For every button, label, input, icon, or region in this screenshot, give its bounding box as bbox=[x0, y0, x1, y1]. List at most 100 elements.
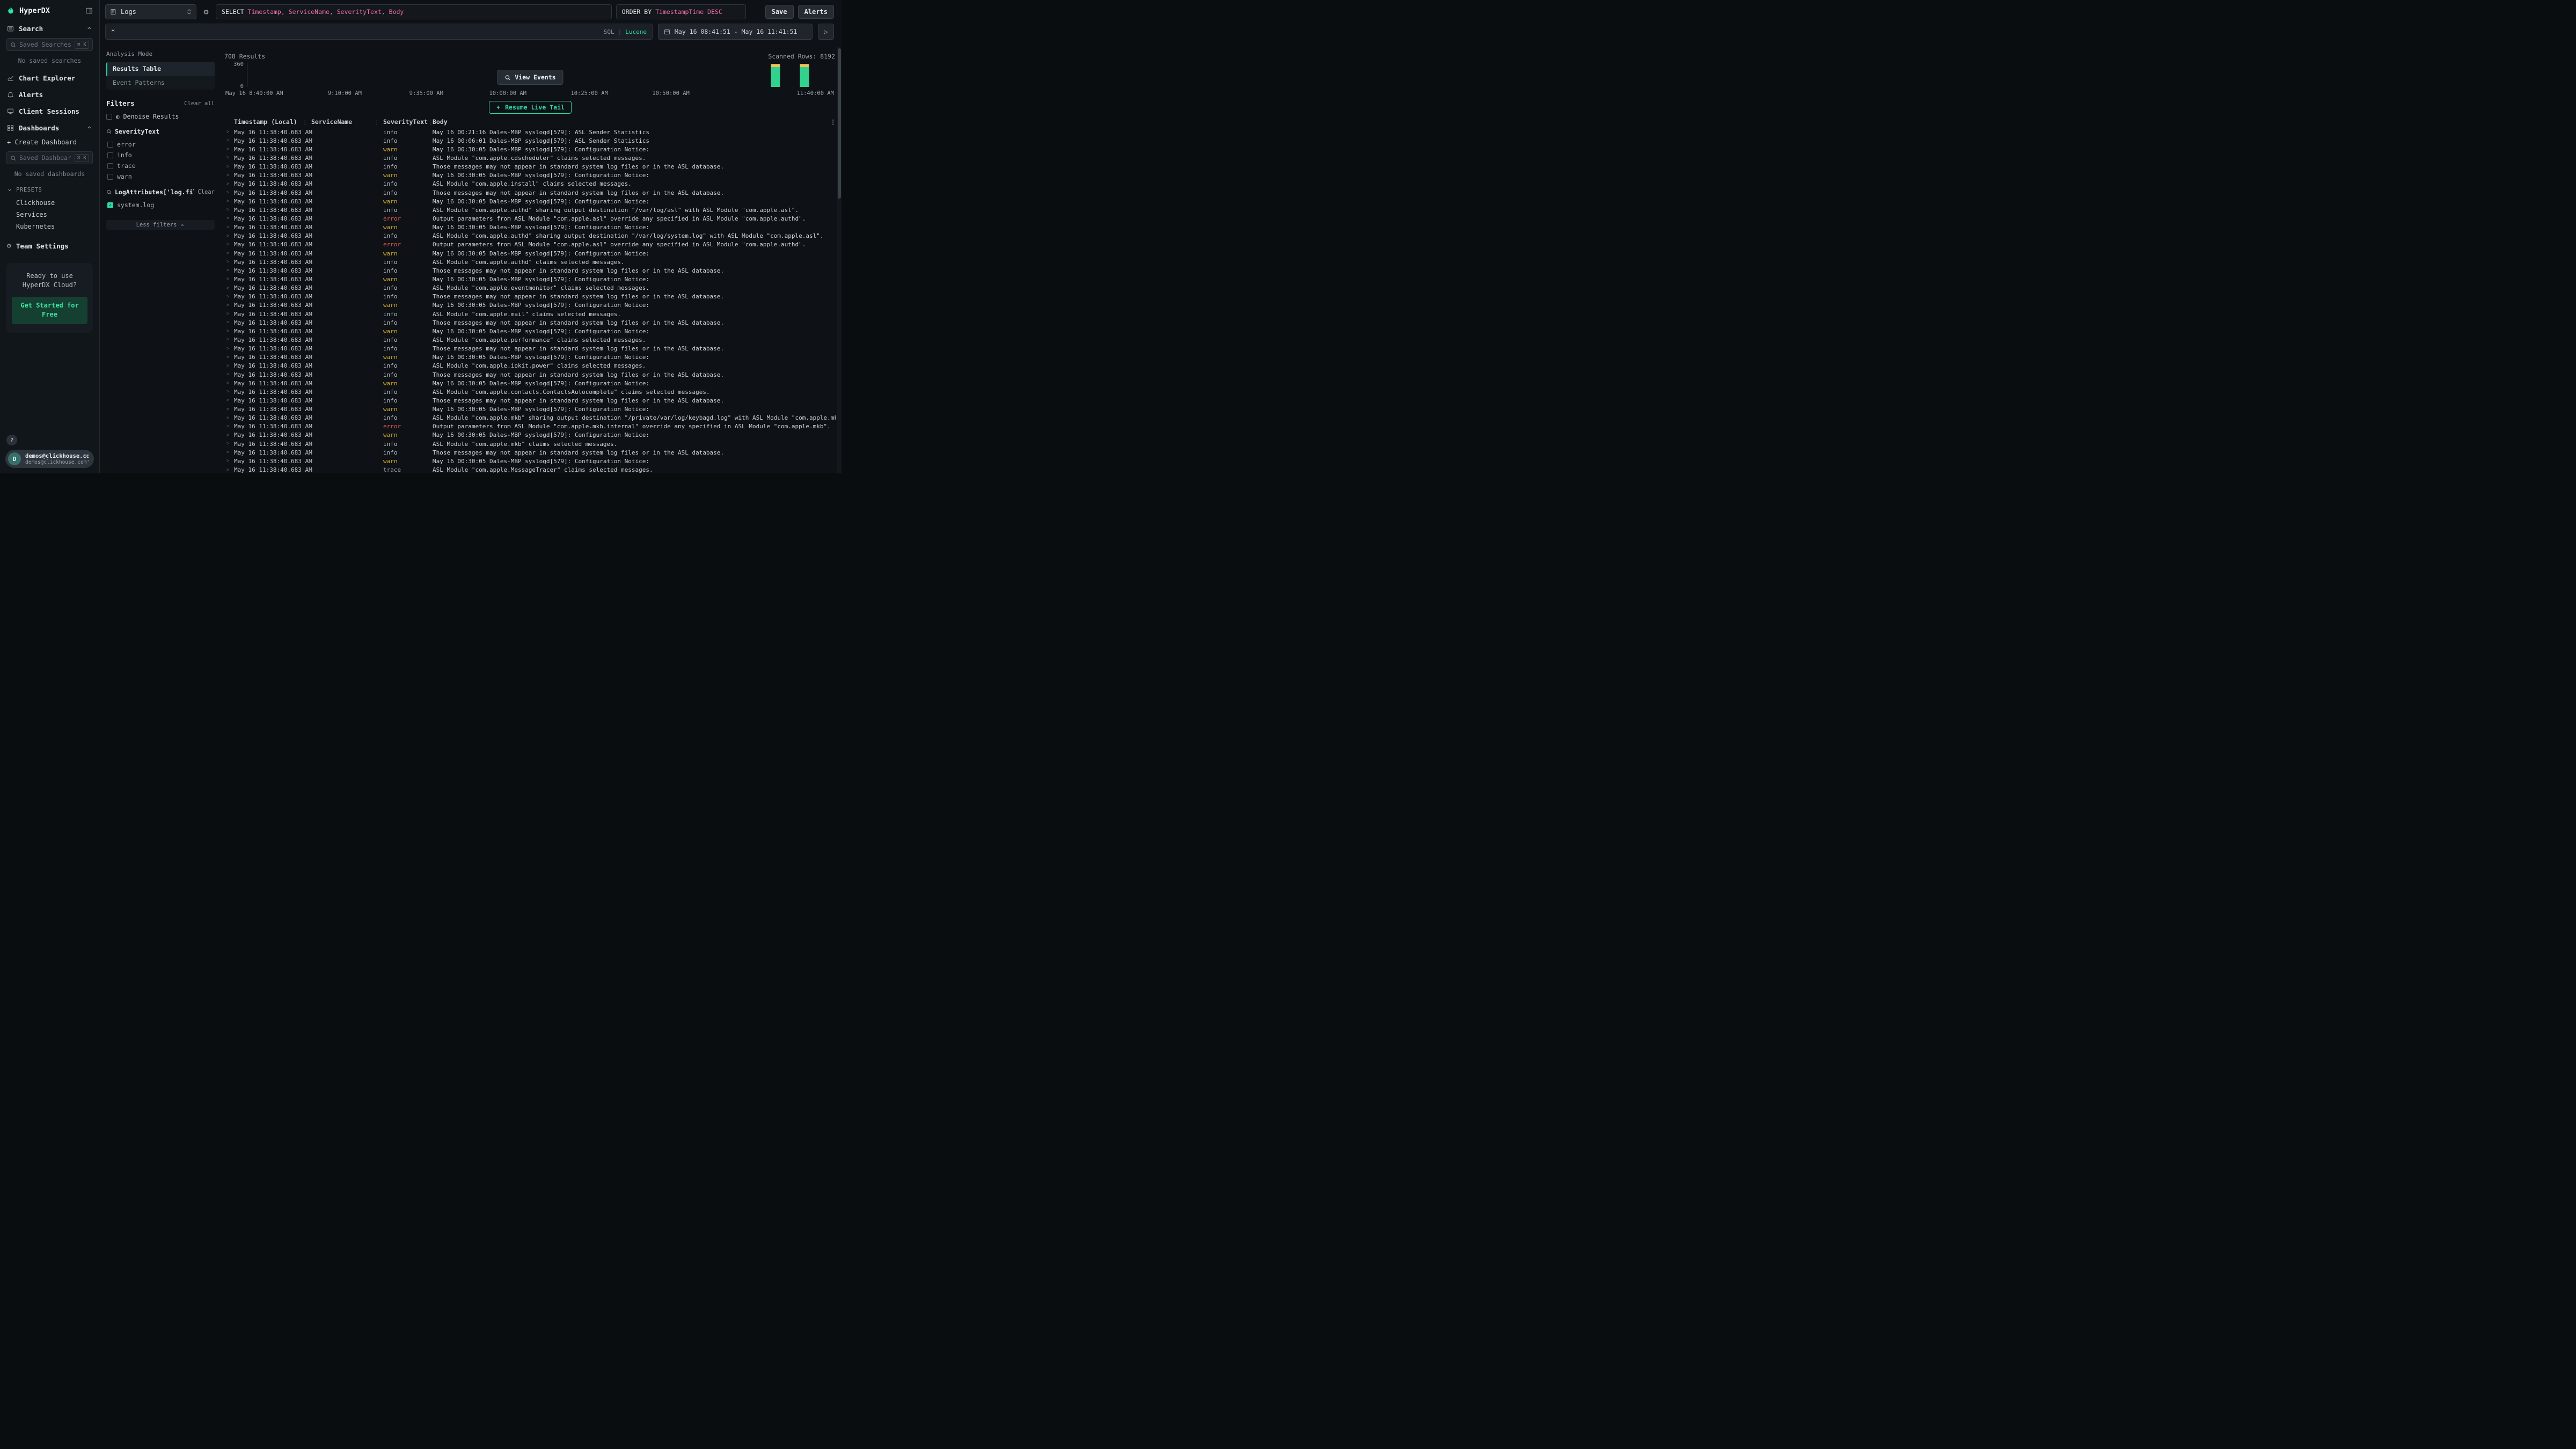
row-expand-chevron-icon[interactable]: > bbox=[224, 458, 234, 464]
source-select[interactable]: Logs bbox=[105, 4, 196, 19]
row-expand-chevron-icon[interactable]: > bbox=[224, 328, 234, 334]
log-row[interactable]: > May 16 11:38:40.683 AM info ASL Module… bbox=[224, 414, 836, 422]
log-row[interactable]: > May 16 11:38:40.683 AM info Those mess… bbox=[224, 292, 836, 301]
log-row[interactable]: > May 16 11:38:40.683 AM error Output pa… bbox=[224, 240, 836, 249]
column-grip[interactable]: ⋮ bbox=[374, 118, 380, 126]
preset-item[interactable]: Clickhouse bbox=[0, 197, 99, 209]
log-row[interactable]: > May 16 11:38:40.683 AM info Those mess… bbox=[224, 318, 836, 327]
source-settings-gear-icon[interactable]: ⚙ bbox=[201, 7, 211, 17]
chart-bar[interactable] bbox=[771, 64, 780, 87]
checkbox[interactable] bbox=[107, 152, 113, 158]
row-expand-chevron-icon[interactable]: > bbox=[224, 355, 234, 360]
log-row[interactable]: > May 16 11:38:40.683 AM warn May 16 00:… bbox=[224, 301, 836, 310]
order-by-editor[interactable]: ORDER BY TimestampTime DESC bbox=[616, 4, 746, 19]
row-expand-chevron-icon[interactable]: > bbox=[224, 181, 234, 187]
presets-toggle[interactable]: PRESETS bbox=[0, 183, 99, 197]
row-expand-chevron-icon[interactable]: > bbox=[224, 268, 234, 273]
row-expand-chevron-icon[interactable]: > bbox=[224, 433, 234, 438]
saved-searches-field[interactable] bbox=[19, 41, 71, 48]
checkbox[interactable] bbox=[107, 174, 113, 180]
sidebar-item-chart-explorer[interactable]: Chart Explorer bbox=[0, 70, 99, 86]
row-expand-chevron-icon[interactable]: > bbox=[224, 233, 234, 239]
log-row[interactable]: > May 16 11:38:40.683 AM error Output pa… bbox=[224, 214, 836, 223]
saved-dashboards-input[interactable]: ⌘ K bbox=[6, 151, 93, 164]
facet-option[interactable]: trace bbox=[106, 160, 215, 171]
log-row[interactable]: > May 16 11:38:40.683 AM info May 16 00:… bbox=[224, 128, 836, 136]
row-expand-chevron-icon[interactable]: > bbox=[224, 311, 234, 317]
view-events-button[interactable]: View Events bbox=[497, 70, 563, 85]
help-button[interactable]: ? bbox=[6, 435, 17, 445]
query-search-box[interactable]: SQL | Lucene bbox=[105, 24, 653, 40]
lang-toggle-lucene[interactable]: Lucene bbox=[625, 28, 647, 35]
saved-dashboards-field[interactable] bbox=[19, 154, 71, 162]
scrollbar-thumb[interactable] bbox=[838, 48, 841, 199]
log-row[interactable]: > May 16 11:38:40.683 AM info ASL Module… bbox=[224, 440, 836, 448]
get-started-button[interactable]: Get Started for Free bbox=[12, 297, 87, 324]
log-row[interactable]: > May 16 11:38:40.683 AM info ASL Module… bbox=[224, 232, 836, 240]
row-expand-chevron-icon[interactable]: > bbox=[224, 286, 234, 291]
row-expand-chevron-icon[interactable]: > bbox=[224, 276, 234, 282]
chevron-up-icon[interactable] bbox=[86, 25, 92, 33]
facet-clear-button[interactable]: Clear bbox=[197, 189, 215, 195]
log-row[interactable]: > May 16 11:38:40.683 AM warn May 16 00:… bbox=[224, 171, 836, 180]
denoise-toggle[interactable]: ◐ Denoise Results bbox=[106, 113, 215, 120]
sql-select-editor[interactable]: SELECT Timestamp, ServiceName, SeverityT… bbox=[216, 4, 612, 19]
log-row[interactable]: > May 16 11:38:40.683 AM info Those mess… bbox=[224, 188, 836, 197]
sidebar-item-alerts[interactable]: Alerts bbox=[0, 86, 99, 103]
chevron-up-icon[interactable] bbox=[86, 124, 92, 132]
preset-item[interactable]: Services bbox=[0, 209, 99, 221]
facet-option[interactable]: system.log bbox=[106, 200, 215, 210]
row-expand-chevron-icon[interactable]: > bbox=[224, 372, 234, 377]
row-expand-chevron-icon[interactable]: > bbox=[224, 164, 234, 170]
save-button[interactable]: Save bbox=[765, 5, 794, 19]
less-filters-button[interactable]: Less filters bbox=[106, 220, 215, 230]
row-expand-chevron-icon[interactable]: > bbox=[224, 251, 234, 256]
lang-toggle-sql[interactable]: SQL bbox=[604, 28, 614, 35]
row-expand-chevron-icon[interactable]: > bbox=[224, 155, 234, 160]
row-expand-chevron-icon[interactable]: > bbox=[224, 173, 234, 178]
log-row[interactable]: > May 16 11:38:40.683 AM info ASL Module… bbox=[224, 310, 836, 318]
row-expand-chevron-icon[interactable]: > bbox=[224, 294, 234, 299]
row-expand-chevron-icon[interactable]: > bbox=[224, 225, 234, 230]
alerts-button[interactable]: Alerts bbox=[798, 5, 834, 19]
row-expand-chevron-icon[interactable]: > bbox=[224, 259, 234, 265]
log-row[interactable]: > May 16 11:38:40.683 AM warn May 16 00:… bbox=[224, 223, 836, 232]
log-row[interactable]: > May 16 11:38:40.683 AM info Those mess… bbox=[224, 396, 836, 405]
log-row[interactable]: > May 16 11:38:40.683 AM warn May 16 00:… bbox=[224, 379, 836, 387]
checkbox[interactable] bbox=[107, 142, 113, 148]
log-row[interactable]: > May 16 11:38:40.683 AM info May 16 00:… bbox=[224, 136, 836, 145]
row-expand-chevron-icon[interactable]: > bbox=[224, 398, 234, 403]
row-expand-chevron-icon[interactable]: > bbox=[224, 389, 234, 394]
log-row[interactable]: > May 16 11:38:40.683 AM info Those mess… bbox=[224, 448, 836, 457]
row-expand-chevron-icon[interactable]: > bbox=[224, 216, 234, 221]
row-expand-chevron-icon[interactable]: > bbox=[224, 138, 234, 143]
search-input[interactable] bbox=[111, 28, 604, 35]
analysis-mode-item[interactable]: Results Table bbox=[106, 62, 215, 76]
log-row[interactable]: > May 16 11:38:40.683 AM warn May 16 00:… bbox=[224, 457, 836, 465]
sidebar-collapse-icon[interactable] bbox=[85, 7, 93, 14]
row-expand-chevron-icon[interactable]: > bbox=[224, 207, 234, 213]
sidebar-item-client-sessions[interactable]: Client Sessions bbox=[0, 103, 99, 120]
user-menu[interactable]: D demos@clickhouse.com demos@clickhouse.… bbox=[5, 450, 94, 468]
run-query-button[interactable]: ▷ bbox=[818, 24, 834, 40]
sidebar-item-team-settings[interactable]: ⚙ Team Settings bbox=[0, 238, 99, 254]
row-expand-chevron-icon[interactable]: > bbox=[224, 129, 234, 135]
log-row[interactable]: > May 16 11:38:40.683 AM info Those mess… bbox=[224, 345, 836, 353]
sidebar-item-search[interactable]: Search bbox=[0, 20, 99, 37]
row-expand-chevron-icon[interactable]: > bbox=[224, 346, 234, 352]
log-row[interactable]: > May 16 11:38:40.683 AM info ASL Module… bbox=[224, 206, 836, 214]
log-row[interactable]: > May 16 11:38:40.683 AM info ASL Module… bbox=[224, 258, 836, 266]
clear-all-button[interactable]: Clear all bbox=[184, 100, 215, 107]
log-row[interactable]: > May 16 11:38:40.683 AM warn May 16 00:… bbox=[224, 249, 836, 258]
row-expand-chevron-icon[interactable]: > bbox=[224, 424, 234, 429]
log-row[interactable]: > May 16 11:38:40.683 AM info ASL Module… bbox=[224, 335, 836, 344]
row-expand-chevron-icon[interactable]: > bbox=[224, 190, 234, 195]
log-row[interactable]: > May 16 11:38:40.683 AM trace ASL Modul… bbox=[224, 465, 836, 473]
row-expand-chevron-icon[interactable]: > bbox=[224, 467, 234, 473]
log-row[interactable]: > May 16 11:38:40.683 AM info Those mess… bbox=[224, 266, 836, 275]
checkbox[interactable] bbox=[106, 114, 112, 120]
log-row[interactable]: > May 16 11:38:40.683 AM info ASL Module… bbox=[224, 153, 836, 162]
row-expand-chevron-icon[interactable]: > bbox=[224, 363, 234, 369]
saved-searches-input[interactable]: ⌘ K bbox=[6, 38, 93, 51]
row-expand-chevron-icon[interactable]: > bbox=[224, 303, 234, 308]
